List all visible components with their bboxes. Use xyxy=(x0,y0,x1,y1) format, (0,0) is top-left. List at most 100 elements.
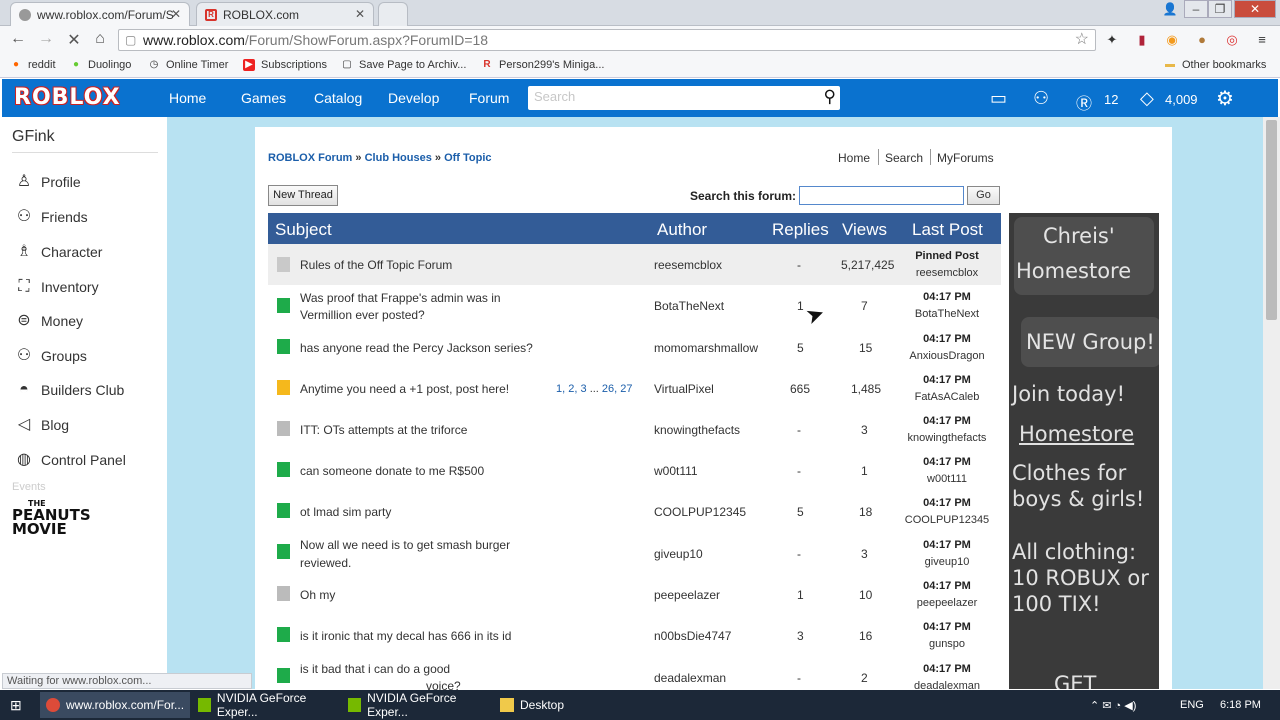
thread-subject-line2[interactable]: reviewed. xyxy=(300,556,351,570)
sidebar-item-money[interactable]: ⊜ Money xyxy=(14,311,83,331)
sidebar-item-character[interactable]: ♗ Character xyxy=(14,242,103,262)
last-post-user[interactable]: gunspo xyxy=(897,638,997,650)
last-post-user[interactable]: FatAsACaleb xyxy=(897,391,997,403)
thread-subject[interactable]: Was proof that Frappe's admin was in xyxy=(300,291,501,305)
bookmark-other[interactable]: ▬ Other bookmarks xyxy=(1164,59,1266,71)
robux-icon[interactable]: Ⓡ xyxy=(1076,90,1092,114)
search-icon[interactable]: ⚲ xyxy=(824,87,836,107)
thread-author[interactable]: knowingthefacts xyxy=(654,423,740,437)
last-post-user[interactable]: peepeelazer xyxy=(897,597,997,609)
breadcrumb-off-topic[interactable]: Off Topic xyxy=(444,152,491,164)
page-link[interactable]: 1 xyxy=(556,383,562,395)
breadcrumb-forum[interactable]: ROBLOX Forum xyxy=(268,152,352,164)
close-window-button[interactable]: ✕ xyxy=(1234,0,1276,18)
link-search[interactable]: Search xyxy=(885,151,923,165)
scrollbar-thumb[interactable] xyxy=(1266,120,1277,320)
breadcrumb-club-houses[interactable]: Club Houses xyxy=(365,152,432,164)
peanuts-movie-logo[interactable]: THE PEANUTS MOVIE xyxy=(12,499,91,537)
extension-icon[interactable]: ▮ xyxy=(1134,32,1150,48)
table-row[interactable] xyxy=(268,572,1001,613)
thread-author[interactable]: momomarshmallow xyxy=(654,341,758,355)
roblox-logo[interactable]: ROBLOX xyxy=(14,85,121,110)
thread-subject[interactable]: Anytime you need a +1 post, post here! xyxy=(300,382,509,396)
sidebar-item-profile[interactable]: ♙ Profile xyxy=(14,172,81,192)
thread-author[interactable]: peepeelazer xyxy=(654,588,720,602)
bookmark-online-timer[interactable]: ◷ Online Timer xyxy=(148,59,229,71)
thread-subject[interactable]: has anyone read the Percy Jackson series… xyxy=(300,341,533,355)
profile-icon[interactable]: 👤 xyxy=(1158,0,1182,18)
thread-author[interactable]: COOLPUP12345 xyxy=(654,505,746,519)
username[interactable]: GFink xyxy=(12,128,55,146)
stop-icon[interactable]: ✕ xyxy=(64,30,84,50)
windows-start-icon[interactable]: ⊞ xyxy=(10,697,26,713)
minimize-button[interactable]: – xyxy=(1184,0,1208,18)
thread-subject[interactable]: Now all we need is to get smash burger xyxy=(300,538,510,552)
page-link[interactable]: 2 xyxy=(568,383,574,395)
thread-author[interactable]: BotaTheNext xyxy=(654,299,724,313)
page-link[interactable]: 27 xyxy=(620,383,632,395)
address-bar[interactable]: ▢ www.roblox.com/Forum/ShowForum.aspx?Fo… xyxy=(118,29,1096,51)
home-icon[interactable]: ⌂ xyxy=(90,30,110,48)
bookmark-save-page[interactable]: ▢ Save Page to Archiv... xyxy=(341,59,466,71)
close-tab-icon[interactable]: ✕ xyxy=(171,7,181,21)
sidebar-item-blog[interactable]: ◁ Blog xyxy=(14,415,69,435)
thread-author[interactable]: n00bsDie4747 xyxy=(654,629,731,643)
extension-icon[interactable]: ✦ xyxy=(1104,32,1120,48)
tix-icon[interactable]: ◇ xyxy=(1140,88,1154,109)
clock[interactable]: 6:18 PM xyxy=(1220,699,1261,711)
thread-subject[interactable]: is it bad that i can do a good xyxy=(300,662,450,676)
back-icon[interactable]: ← xyxy=(8,30,28,48)
taskbar-item-nvidia-1[interactable]: NVIDIA GeForce Exper... xyxy=(192,691,340,719)
last-post-user[interactable]: AnxiousDragon xyxy=(897,350,997,362)
nav-games[interactable]: Games xyxy=(241,90,286,106)
bookmark-subscriptions[interactable]: ▶ Subscriptions xyxy=(243,59,327,71)
thread-author[interactable]: reesemcblox xyxy=(654,258,722,272)
restore-button[interactable]: ❐ xyxy=(1208,0,1232,18)
extension-icon[interactable]: ◎ xyxy=(1224,32,1240,48)
page-link[interactable]: 26 xyxy=(602,383,614,395)
advertisement[interactable]: Chreis' Homestore NEW Group! Join today!… xyxy=(1009,213,1159,689)
thread-subject[interactable]: Oh my xyxy=(300,588,335,602)
taskbar-item-nvidia-2[interactable]: NVIDIA GeForce Exper... xyxy=(342,691,492,719)
sidebar-item-inventory[interactable]: ⛶ Inventory xyxy=(14,277,98,297)
new-thread-button[interactable]: New Thread xyxy=(268,185,338,206)
nav-catalog[interactable]: Catalog xyxy=(314,90,362,106)
thread-author[interactable]: VirtualPixel xyxy=(654,382,714,396)
nav-forum[interactable]: Forum xyxy=(469,90,509,106)
site-search-input[interactable]: Search ⚲ xyxy=(528,86,840,110)
last-post-user[interactable]: giveup10 xyxy=(897,556,997,568)
last-post-user[interactable]: COOLPUP12345 xyxy=(897,514,997,526)
thread-subject[interactable]: can someone donate to me R$500 xyxy=(300,464,484,478)
thread-subject[interactable]: ITT: OTs attempts at the triforce xyxy=(300,423,467,437)
link-my-forums[interactable]: MyForums xyxy=(937,151,994,165)
friends-icon[interactable]: ⚇ xyxy=(1033,88,1049,109)
bookmark-reddit[interactable]: ● reddit xyxy=(10,59,56,71)
menu-icon[interactable]: ≡ xyxy=(1254,32,1270,48)
page-link[interactable]: 3 xyxy=(581,383,587,395)
bookmark-miniga[interactable]: R Person299's Miniga... xyxy=(481,59,604,71)
nav-home[interactable]: Home xyxy=(169,90,206,106)
thread-subject-line2[interactable]: Vermillion ever posted? xyxy=(300,308,425,322)
taskbar-item-desktop[interactable]: Desktop xyxy=(494,692,614,718)
last-post-user[interactable]: BotaTheNext xyxy=(897,308,997,320)
thread-author[interactable]: giveup10 xyxy=(654,547,703,561)
messages-icon[interactable]: ▭ xyxy=(990,88,1007,109)
thread-author[interactable]: w00t111 xyxy=(654,464,698,478)
sidebar-item-friends[interactable]: ⚇ Friends xyxy=(14,207,88,227)
go-button[interactable]: Go xyxy=(967,186,1000,205)
forward-icon[interactable]: → xyxy=(36,30,56,48)
settings-gear-icon[interactable]: ⚙ xyxy=(1216,86,1234,111)
browser-tab-roblox[interactable]: R ROBLOX.com ✕ xyxy=(196,2,374,26)
sidebar-item-builders-club[interactable]: ◓ Builders Club xyxy=(14,380,124,400)
forum-search-input[interactable] xyxy=(799,186,964,205)
thread-subject[interactable]: is it ironic that my decal has 666 in it… xyxy=(300,629,511,643)
cookie-icon[interactable]: ● xyxy=(1194,32,1210,48)
last-post-user[interactable]: w00t111 xyxy=(897,473,997,485)
bookmark-star-icon[interactable]: ☆ xyxy=(1075,30,1089,50)
browser-tab-forum[interactable]: www.roblox.com/Forum/S ✕ xyxy=(10,2,190,26)
last-post-user[interactable]: knowingthefacts xyxy=(897,432,997,444)
rss-icon[interactable]: ◉ xyxy=(1164,32,1180,48)
new-tab-button[interactable] xyxy=(378,2,408,26)
bookmark-duolingo[interactable]: ● Duolingo xyxy=(70,59,131,71)
sidebar-item-groups[interactable]: ⚇ Groups xyxy=(14,346,87,366)
